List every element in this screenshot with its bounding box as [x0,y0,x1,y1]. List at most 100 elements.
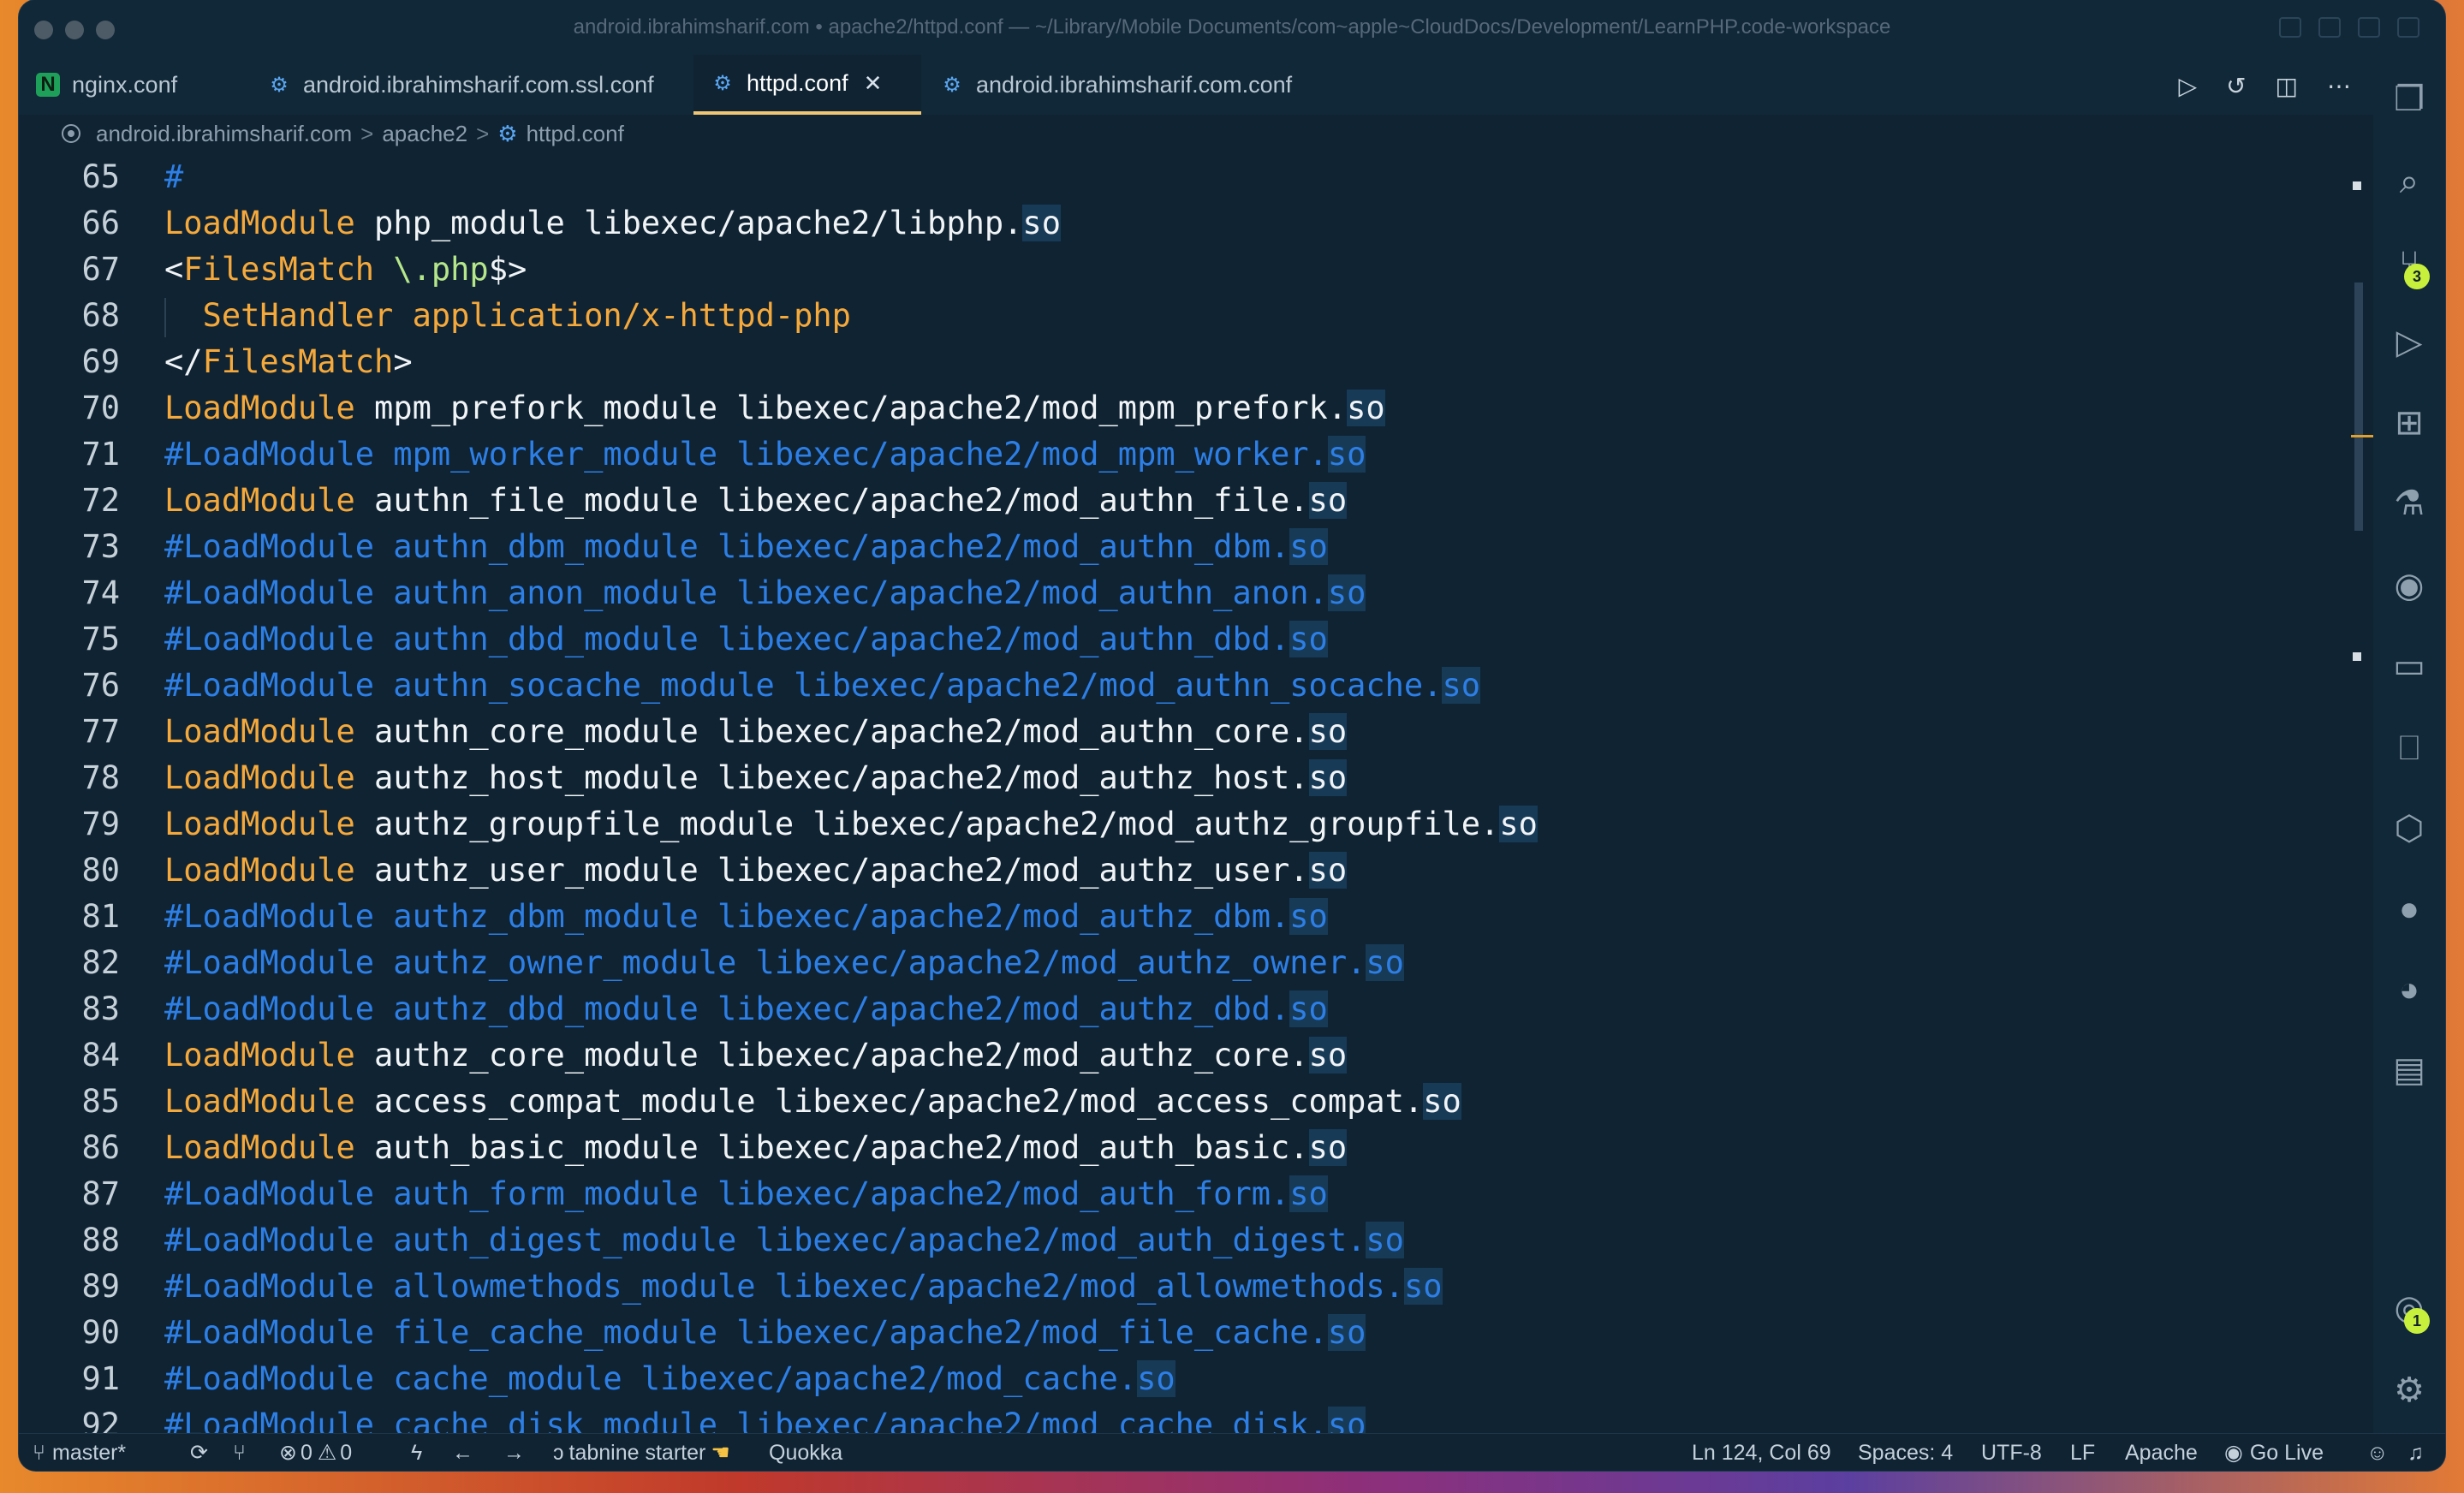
github-icon[interactable]: ● [2373,883,2445,935]
code-line[interactable]: 87 #LoadModule auth_form_module libexec/a… [19,1171,2373,1217]
code-line[interactable]: 80 LoadModule authz_user_module libexec/a… [19,848,2373,894]
code-line[interactable]: 82 #LoadModule authz_owner_module libexec… [19,940,2373,986]
code-line[interactable]: 68 SetHandler application/x-httpd-php [19,293,2373,339]
accounts-badge: 1 [2404,1308,2430,1334]
line-text: #LoadModule authz_dbm_module libexec/apa… [164,898,1328,935]
notifications-icon[interactable]: ♫ [2407,1434,2424,1471]
code-line[interactable]: 69 </FilesMatch> [19,339,2373,385]
window-title: android.ibrahimsharif.com • apache2/http… [573,15,1891,39]
code-line[interactable]: 75 #LoadModule authn_dbd_module libexec/a… [19,616,2373,663]
code-line[interactable]: 66 LoadModule php_module libexec/apache2/… [19,200,2373,247]
code-line[interactable]: 73 #LoadModule authn_dbm_module libexec/a… [19,524,2373,570]
line-number: 80 [81,852,120,889]
code-line[interactable]: 71 #LoadModule mpm_worker_module libexec/… [19,431,2373,478]
line-text: #LoadModule authn_socache_module libexec… [164,667,1481,704]
code-line[interactable]: 89 #LoadModule allowmethods_module libexe… [19,1264,2373,1310]
back-arrow-icon[interactable]: ← [452,1434,473,1471]
error-count: 0 [300,1440,312,1465]
project-manager-icon[interactable]: ▭ [2373,640,2445,692]
source-control-badge: 3 [2404,264,2430,289]
line-number: 82 [81,944,120,981]
run-debug-icon[interactable]: ▷ [2373,317,2445,368]
line-number: 83 [81,990,120,1027]
bookmarks-icon[interactable]: ⎕ [2373,723,2445,774]
git-graph-icon[interactable]: ◉ [2373,560,2445,611]
code-line[interactable]: 72 LoadModule authn_file_module libexec/a… [19,478,2373,524]
code-line[interactable]: 90 #LoadModule file_cache_module libexec/… [19,1310,2373,1356]
end-of-line[interactable]: LF [2070,1434,2095,1471]
docker-icon[interactable]: ⬡ [2373,803,2445,854]
language-mode[interactable]: Apache [2125,1434,2198,1471]
timeline-icon[interactable]: ↺ [2226,72,2246,100]
tab-nginx-conf[interactable]: N nginx.conf [19,55,238,115]
tab-ssl-conf[interactable]: ⚙ android.ibrahimsharif.com.ssl.conf [250,55,695,115]
close-tab-icon[interactable]: ✕ [864,70,883,97]
editor-scrollbar-thumb[interactable] [2354,283,2363,531]
code-line[interactable]: 91 #LoadModule cache_module libexec/apach… [19,1356,2373,1402]
indentation[interactable]: Spaces: 4 [1858,1434,1953,1471]
branch-status[interactable]: ⑂ master* [33,1434,126,1471]
lightning-icon[interactable]: ϟ [411,1434,422,1471]
code-line[interactable]: 70 LoadModule mpm_prefork_module libexec/… [19,385,2373,431]
code-line[interactable]: 81 #LoadModule authz_dbm_module libexec/a… [19,894,2373,940]
toggle-panel-icon[interactable] [2318,17,2341,38]
go-live-status[interactable]: ◉ Go Live [2224,1434,2324,1471]
warning-count: 0 [340,1440,353,1465]
quokka-status[interactable]: Quokka [769,1434,842,1471]
breadcrumb-item-apache2[interactable]: apache2 [382,121,467,147]
problems-status[interactable]: ⊗ 0 ⚠ 0 [279,1434,352,1471]
code-line[interactable]: 85 LoadModule access_compat_module libexe… [19,1079,2373,1125]
tab-httpd-conf[interactable]: ⚙ httpd.conf ✕ [693,55,921,115]
code-line[interactable]: 76 #LoadModule authn_socache_module libex… [19,663,2373,709]
line-text: # [164,158,184,195]
encoding[interactable]: UTF-8 [1981,1434,2042,1471]
more-actions-icon[interactable]: ⋯ [2327,72,2351,100]
error-icon: ⊗ [279,1441,297,1465]
line-number: 71 [81,436,120,473]
breadcrumb-item-file[interactable]: httpd.conf [527,121,624,147]
sync-icon[interactable]: ⟳ [190,1434,208,1471]
code-line[interactable]: 79 LoadModule authz_groupfile_module libe… [19,801,2373,848]
layout-controls [2279,17,2419,38]
search-icon[interactable]: ⌕ [2373,156,2445,207]
feedback-icon[interactable]: ☺ [2366,1434,2389,1471]
code-line[interactable]: 84 LoadModule authz_core_module libexec/a… [19,1032,2373,1079]
run-icon[interactable]: ▷ [2179,72,2198,100]
tab-site-conf[interactable]: ⚙ android.ibrahimsharif.com.conf [923,55,1351,115]
line-number: 89 [81,1268,120,1305]
forward-arrow-icon[interactable]: → [503,1434,525,1471]
line-number: 74 [81,574,120,611]
code-line[interactable]: 83 #LoadModule authz_dbd_module libexec/a… [19,986,2373,1032]
code-line[interactable]: 65 # [19,154,2373,200]
remote-icon[interactable]: ◕ [2373,964,2445,1015]
explorer-icon[interactable]: ❐ [2373,74,2445,125]
customize-layout-icon[interactable] [2397,17,2419,38]
title-bar: android.ibrahimsharif.com • apache2/http… [19,0,2445,55]
line-text: #LoadModule mpm_worker_module libexec/ap… [164,436,1366,473]
line-number: 70 [81,390,120,426]
code-editor[interactable]: 65 #66 LoadModule php_module libexec/apach… [19,154,2373,1448]
line-number: 77 [81,713,120,750]
line-text: #LoadModule authz_owner_module libexec/a… [164,944,1404,981]
cursor-position[interactable]: Ln 124, Col 69 [1692,1434,1831,1471]
pull-request-icon[interactable]: ⑂ [233,1434,246,1471]
code-line[interactable]: 74 #LoadModule authn_anon_module libexec/… [19,570,2373,616]
code-line[interactable]: 78 LoadModule authz_host_module libexec/a… [19,755,2373,801]
line-number: 72 [81,482,120,519]
toggle-secondary-sidebar-icon[interactable] [2358,17,2380,38]
code-line[interactable]: 88 #LoadModule auth_digest_module libexec… [19,1217,2373,1264]
code-line[interactable]: 67 <FilesMatch \.php$> [19,247,2373,293]
split-editor-icon[interactable]: ◫ [2276,72,2298,100]
code-line[interactable]: 77 LoadModule authn_core_module libexec/a… [19,709,2373,755]
breadcrumb-item-root[interactable]: android.ibrahimsharif.com [96,121,352,147]
line-text: SetHandler application/x-httpd-php [202,297,851,334]
tabnine-status[interactable]: ↄ tabnine starter ☚ [553,1434,730,1471]
extensions-icon[interactable]: ⊞ [2373,397,2445,449]
map-icon[interactable]: ▤ [2373,1044,2445,1096]
source-control-icon[interactable]: ⑂ 3 [2373,238,2445,289]
code-line[interactable]: 86 LoadModule auth_basic_module libexec/a… [19,1125,2373,1171]
testing-icon[interactable]: ⚗ [2373,478,2445,529]
toggle-primary-sidebar-icon[interactable] [2279,17,2301,38]
accounts-icon[interactable]: ◎ 1 [2373,1282,2445,1334]
settings-gear-icon[interactable]: ⚙ [2373,1365,2445,1416]
